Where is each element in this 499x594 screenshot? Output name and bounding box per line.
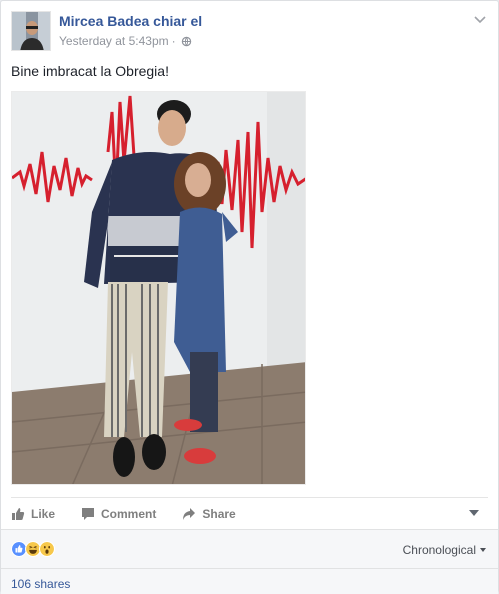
- like-button[interactable]: Like: [11, 507, 55, 521]
- comment-label: Comment: [101, 506, 157, 521]
- reaction-icons[interactable]: [11, 541, 55, 557]
- share-button[interactable]: Share: [182, 506, 236, 521]
- post-timestamp[interactable]: Yesterday at 5:43pm: [59, 34, 169, 48]
- post-options-chevron-icon[interactable]: [472, 11, 488, 27]
- shares-row: 106 shares: [1, 568, 498, 594]
- post-photo[interactable]: [11, 91, 306, 485]
- comment-bubble-icon: [82, 507, 95, 520]
- caret-down-icon: [480, 548, 486, 552]
- like-label: Like: [31, 506, 56, 521]
- comment-button[interactable]: Comment: [81, 507, 156, 521]
- author-avatar[interactable]: [11, 11, 51, 51]
- post-text: Bine imbracat la Obregia!: [11, 63, 169, 79]
- share-options-caret-icon[interactable]: [468, 508, 480, 518]
- public-globe-icon[interactable]: [181, 36, 192, 47]
- post-actions-bar: Like Comment Share: [11, 497, 488, 529]
- share-arrow-icon: [183, 507, 196, 520]
- comment-sort-dropdown[interactable]: Chronological: [403, 543, 486, 557]
- wow-reaction-icon: [39, 541, 55, 557]
- post-meta: Yesterday at 5:43pm ·: [59, 34, 192, 48]
- author-name-link[interactable]: Mircea Badea chiar el: [59, 13, 202, 29]
- reactions-bar: Chronological: [1, 529, 498, 568]
- comment-sort-label: Chronological: [402, 543, 476, 557]
- meta-separator: ·: [171, 34, 176, 48]
- thumbs-up-icon: [12, 507, 25, 520]
- shares-count-link[interactable]: 106 shares: [11, 577, 70, 591]
- share-label: Share: [202, 506, 236, 521]
- post-card: Mircea Badea chiar el Yesterday at 5:43p…: [0, 0, 499, 594]
